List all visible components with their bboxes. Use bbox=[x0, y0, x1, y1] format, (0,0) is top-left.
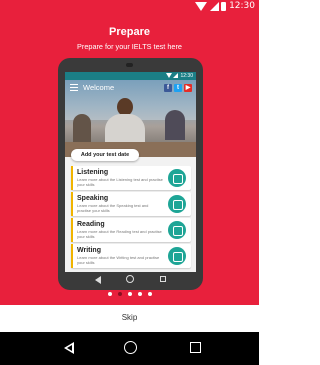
skip-button[interactable]: Skip bbox=[0, 313, 259, 322]
card-description: Learn more about the Listening test and … bbox=[77, 177, 163, 187]
twitter-icon: t bbox=[174, 84, 182, 92]
card-title: Speaking bbox=[77, 195, 109, 202]
mock-signal-icon bbox=[173, 73, 178, 78]
card-speaking: Speaking Learn more about the Speaking t… bbox=[71, 192, 191, 216]
card-description: Learn more about the Speaking test and p… bbox=[77, 203, 149, 213]
card-reading: Reading Learn more about the Reading tes… bbox=[71, 218, 191, 242]
recents-icon[interactable] bbox=[190, 342, 201, 353]
page-title: Prepare bbox=[109, 26, 150, 38]
card-title: Reading bbox=[77, 221, 105, 228]
page-dot[interactable] bbox=[147, 292, 152, 296]
card-title: Listening bbox=[77, 169, 109, 176]
mock-recents-icon bbox=[160, 276, 166, 282]
signal-icon bbox=[210, 2, 219, 11]
card-writing: Writing Learn more about the Writing tes… bbox=[71, 244, 191, 268]
mock-nav-bar bbox=[65, 272, 196, 290]
status-time: 12:30 bbox=[229, 1, 255, 11]
page-dot[interactable] bbox=[127, 292, 132, 296]
ear-icon bbox=[168, 169, 186, 187]
page-dot-active[interactable] bbox=[117, 292, 122, 296]
pencil-icon bbox=[168, 247, 186, 265]
card-listening: Listening Learn more about the Listening… bbox=[71, 166, 191, 190]
speech-icon bbox=[168, 195, 186, 213]
mock-home-icon bbox=[126, 275, 134, 283]
hamburger-menu-icon bbox=[70, 84, 78, 91]
mock-back-icon bbox=[95, 276, 101, 284]
page-dot[interactable] bbox=[137, 292, 142, 296]
phone-speaker bbox=[126, 63, 133, 67]
mock-status-bar: 12:30 bbox=[65, 72, 196, 80]
battery-icon bbox=[221, 2, 226, 11]
mock-app-bar: Welcome f t ▶ bbox=[65, 80, 196, 96]
mock-wifi-icon bbox=[166, 73, 172, 78]
youtube-icon: ▶ bbox=[184, 84, 192, 92]
facebook-icon: f bbox=[164, 84, 172, 92]
page-dot[interactable] bbox=[107, 292, 112, 296]
status-bar: 12:30 bbox=[0, 0, 259, 13]
add-test-date-button: Add your test date bbox=[71, 149, 139, 161]
card-title: Writing bbox=[77, 247, 101, 254]
phone-mockup: 12:30 Welcome f t ▶ Add your test date L… bbox=[58, 58, 203, 290]
onboarding-panel: 12:30 Prepare Prepare for your IELTS tes… bbox=[0, 0, 259, 305]
card-description: Learn more about the Reading test and pr… bbox=[77, 229, 162, 239]
phone-screen: 12:30 Welcome f t ▶ Add your test date L… bbox=[65, 72, 196, 272]
book-icon bbox=[168, 221, 186, 239]
mock-status-time: 12:30 bbox=[180, 73, 193, 79]
page-indicator bbox=[0, 292, 259, 298]
home-icon[interactable] bbox=[124, 341, 137, 354]
wifi-icon bbox=[195, 2, 207, 11]
card-description: Learn more about the Writing test and pr… bbox=[77, 255, 160, 265]
page-subtitle: Prepare for your IELTS test here bbox=[77, 42, 182, 51]
mock-app-title: Welcome bbox=[83, 83, 115, 92]
system-nav-bar bbox=[0, 332, 259, 365]
